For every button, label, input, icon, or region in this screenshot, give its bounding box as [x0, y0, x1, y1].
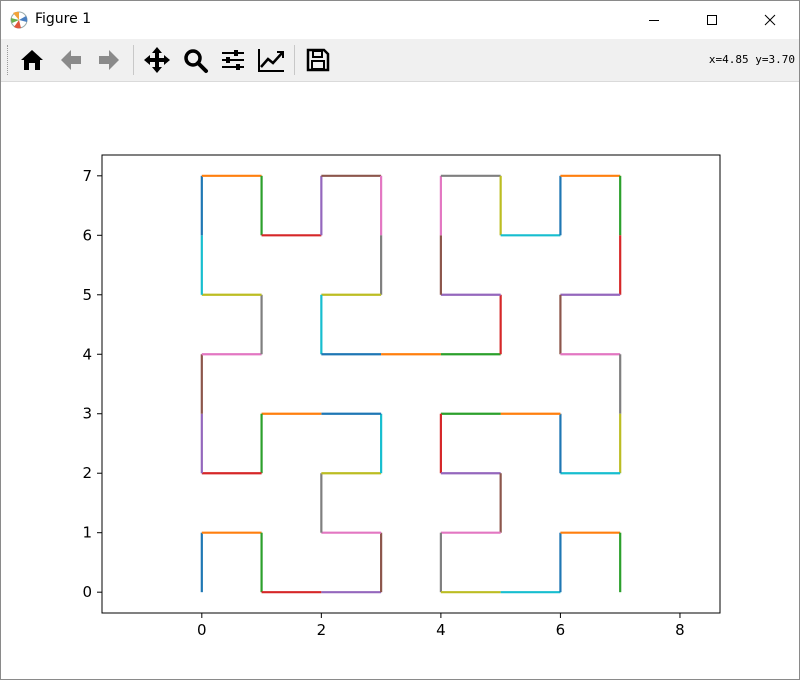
magnifier-icon — [184, 49, 208, 73]
move-icon — [144, 47, 170, 73]
window-title: Figure 1 — [35, 11, 92, 27]
configure-subplots-button[interactable] — [216, 43, 250, 77]
x-tick-label: 4 — [436, 621, 446, 639]
minimize-icon — [649, 20, 659, 21]
toolbar-separator — [294, 45, 295, 75]
sliders-icon — [222, 50, 244, 70]
close-icon — [764, 14, 776, 26]
y-tick-label: 7 — [82, 167, 92, 185]
back-button[interactable] — [54, 43, 88, 77]
matplotlib-logo-icon — [10, 11, 28, 29]
forward-button[interactable] — [92, 43, 126, 77]
x-tick-label: 2 — [317, 621, 327, 639]
y-tick-label: 0 — [82, 583, 92, 601]
y-tick-label: 6 — [82, 226, 92, 244]
edit-axis-button[interactable] — [254, 43, 288, 77]
cursor-coordinates: x=4.85 y=3.70 — [708, 53, 795, 66]
figure-canvas[interactable]: 0 2 4 6 8 0 1 2 3 4 5 6 7 — [1, 82, 799, 679]
arrow-left-icon — [61, 50, 81, 70]
y-tick-label: 2 — [82, 464, 92, 482]
x-tick-label: 0 — [197, 621, 207, 639]
figure-window: Figure 1 x=4.85 y=3.70 0 2 4 6 8 0 1 2 3… — [0, 0, 800, 680]
toolbar-separator — [133, 45, 134, 75]
x-tick-label: 8 — [675, 621, 685, 639]
line-chart-icon — [258, 49, 284, 72]
plot-svg[interactable]: 0 2 4 6 8 0 1 2 3 4 5 6 7 — [1, 82, 799, 679]
floppy-disk-icon — [306, 48, 330, 72]
minimize-button[interactable] — [625, 1, 683, 39]
zoom-button[interactable] — [178, 43, 212, 77]
toolbar-grip[interactable] — [7, 45, 10, 75]
title-bar[interactable]: Figure 1 — [1, 1, 799, 39]
x-tick-label: 6 — [556, 621, 566, 639]
arrow-right-icon — [99, 50, 119, 70]
y-tick-label: 5 — [82, 286, 92, 304]
y-tick-label: 1 — [82, 524, 92, 542]
save-button[interactable] — [301, 43, 335, 77]
pan-button[interactable] — [140, 43, 174, 77]
navigation-toolbar: x=4.85 y=3.70 — [1, 39, 799, 82]
y-tick-label: 4 — [82, 345, 92, 363]
y-tick-label: 3 — [82, 405, 92, 423]
home-button[interactable] — [15, 43, 49, 77]
maximize-button[interactable] — [683, 1, 741, 39]
close-button[interactable] — [741, 1, 799, 39]
home-icon — [21, 50, 43, 70]
axes-background — [102, 155, 720, 613]
maximize-icon — [707, 15, 717, 25]
